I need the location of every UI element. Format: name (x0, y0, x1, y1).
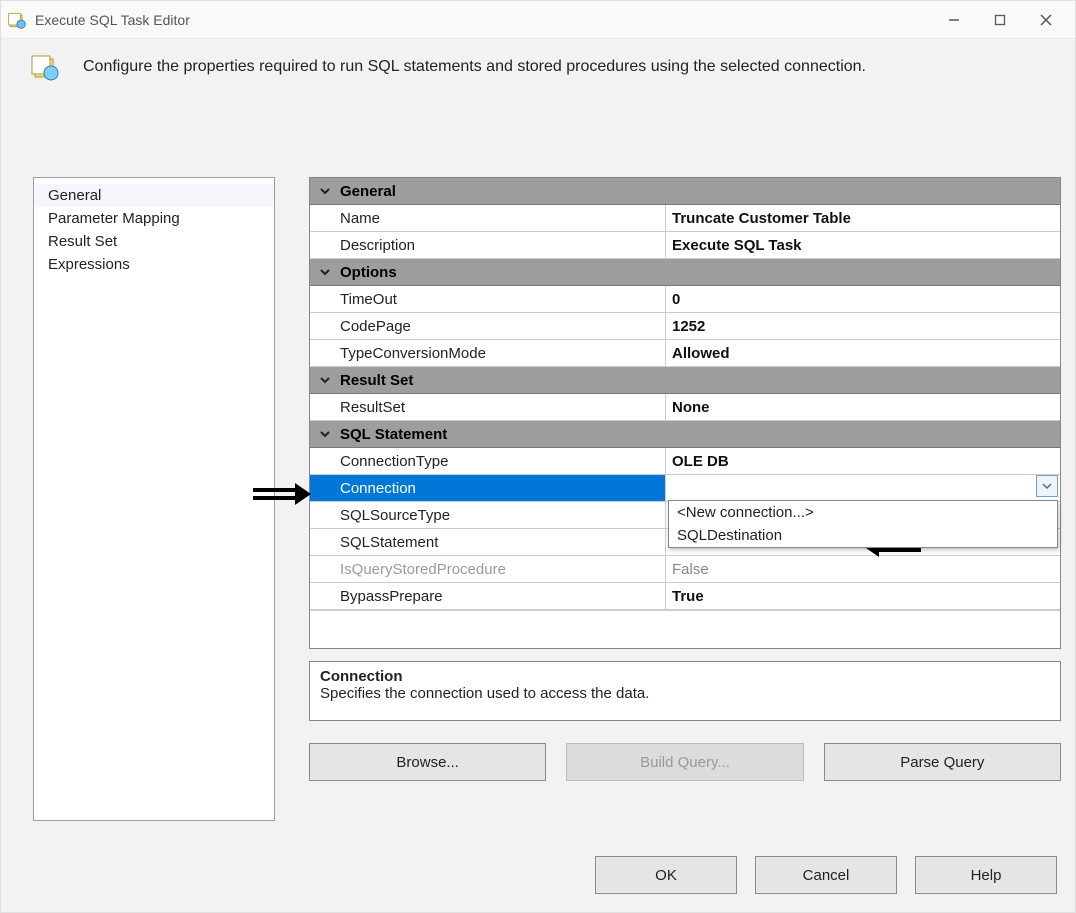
window-controls (931, 5, 1069, 35)
maximize-button[interactable] (977, 5, 1023, 35)
nav-item-parameter-mapping[interactable]: Parameter Mapping (34, 207, 274, 230)
help-button[interactable]: Help (915, 856, 1057, 894)
prop-timeout-label: TimeOut (310, 286, 666, 312)
property-grid: General Name Truncate Customer Table Des… (309, 177, 1061, 649)
category-general-label: General (340, 183, 1060, 200)
prop-bypassprepare[interactable]: BypassPrepare True (310, 583, 1060, 610)
prop-connectiontype-label: ConnectionType (310, 448, 666, 474)
prop-name-value[interactable]: Truncate Customer Table (666, 205, 1060, 231)
nav-item-result-set[interactable]: Result Set (34, 230, 274, 253)
prop-connection-label: Connection (310, 475, 666, 501)
minimize-icon (948, 14, 960, 26)
action-row: Browse... Build Query... Parse Query (309, 743, 1061, 781)
prop-codepage-label: CodePage (310, 313, 666, 339)
grid-blank-row (310, 610, 1060, 648)
chevron-down-icon (310, 185, 340, 197)
category-options[interactable]: Options (310, 259, 1060, 286)
category-options-label: Options (340, 264, 1060, 281)
prop-typeconversion-value[interactable]: Allowed (666, 340, 1060, 366)
chevron-down-icon (1042, 481, 1052, 491)
dropdown-item-sqldestination[interactable]: SQLDestination (669, 524, 1057, 547)
connection-dropdown-list[interactable]: <New connection...> SQLDestination (668, 500, 1058, 548)
cancel-button[interactable]: Cancel (755, 856, 897, 894)
dropdown-item-new-connection[interactable]: <New connection...> (669, 501, 1057, 524)
prop-resultset-label: ResultSet (310, 394, 666, 420)
prop-resultset-value[interactable]: None (666, 394, 1060, 420)
category-resultset[interactable]: Result Set (310, 367, 1060, 394)
minimize-button[interactable] (931, 5, 977, 35)
prop-sqlstatement-label: SQLStatement (310, 529, 666, 555)
prop-name-label: Name (310, 205, 666, 231)
titlebar: Execute SQL Task Editor (1, 1, 1075, 39)
property-grid-panel: General Name Truncate Customer Table Des… (309, 177, 1057, 781)
task-icon (29, 51, 61, 83)
prop-description-value[interactable]: Execute SQL Task (666, 232, 1060, 258)
window-title: Execute SQL Task Editor (35, 12, 931, 28)
prop-typeconversion-label: TypeConversionMode (310, 340, 666, 366)
prop-description[interactable]: Description Execute SQL Task (310, 232, 1060, 259)
prop-isquerysp-value: False (666, 556, 1060, 582)
prop-timeout-value[interactable]: 0 (666, 286, 1060, 312)
prop-isquerysp-label: IsQueryStoredProcedure (310, 556, 666, 582)
category-sqlstatement[interactable]: SQL Statement (310, 421, 1060, 448)
maximize-icon (994, 14, 1006, 26)
nav-item-expressions[interactable]: Expressions (34, 253, 274, 276)
prop-description-label: Description (310, 232, 666, 258)
category-resultset-label: Result Set (340, 372, 1060, 389)
category-general[interactable]: General (310, 178, 1060, 205)
prop-resultset[interactable]: ResultSet None (310, 394, 1060, 421)
nav-item-general[interactable]: General (34, 184, 274, 207)
content-area: General Parameter Mapping Result Set Exp… (33, 177, 1057, 844)
prop-bypass-value[interactable]: True (666, 583, 1060, 609)
ok-button[interactable]: OK (595, 856, 737, 894)
prop-connectiontype[interactable]: ConnectionType OLE DB (310, 448, 1060, 475)
close-button[interactable] (1023, 5, 1069, 35)
nav-panel: General Parameter Mapping Result Set Exp… (33, 177, 275, 821)
help-text: Specifies the connection used to access … (320, 685, 1050, 702)
prop-connection[interactable]: Connection (310, 475, 1060, 502)
app-icon (7, 10, 27, 30)
window-root: Execute SQL Task Editor Configure the pr… (0, 0, 1076, 913)
close-icon (1040, 14, 1052, 26)
chevron-down-icon (310, 428, 340, 440)
chevron-down-icon (310, 266, 340, 278)
parse-query-button[interactable]: Parse Query (824, 743, 1061, 781)
prop-timeout[interactable]: TimeOut 0 (310, 286, 1060, 313)
chevron-down-icon (310, 374, 340, 386)
prop-codepage-value[interactable]: 1252 (666, 313, 1060, 339)
prop-codepage[interactable]: CodePage 1252 (310, 313, 1060, 340)
help-title: Connection (320, 668, 1050, 685)
description-text: Configure the properties required to run… (83, 58, 866, 76)
build-query-button: Build Query... (566, 743, 803, 781)
browse-button[interactable]: Browse... (309, 743, 546, 781)
description-bar: Configure the properties required to run… (1, 39, 1075, 85)
category-sqlstatement-label: SQL Statement (340, 426, 1060, 443)
prop-connectiontype-value[interactable]: OLE DB (666, 448, 1060, 474)
dialog-buttons: OK Cancel Help (595, 856, 1057, 894)
prop-name[interactable]: Name Truncate Customer Table (310, 205, 1060, 232)
prop-connection-value[interactable] (666, 475, 1060, 501)
prop-bypass-label: BypassPrepare (310, 583, 666, 609)
prop-isquerystoredprocedure: IsQueryStoredProcedure False (310, 556, 1060, 583)
prop-sqlsourcetype-label: SQLSourceType (310, 502, 666, 528)
help-box: Connection Specifies the connection used… (309, 661, 1061, 721)
prop-typeconversion[interactable]: TypeConversionMode Allowed (310, 340, 1060, 367)
connection-dropdown-button[interactable] (1036, 475, 1058, 497)
